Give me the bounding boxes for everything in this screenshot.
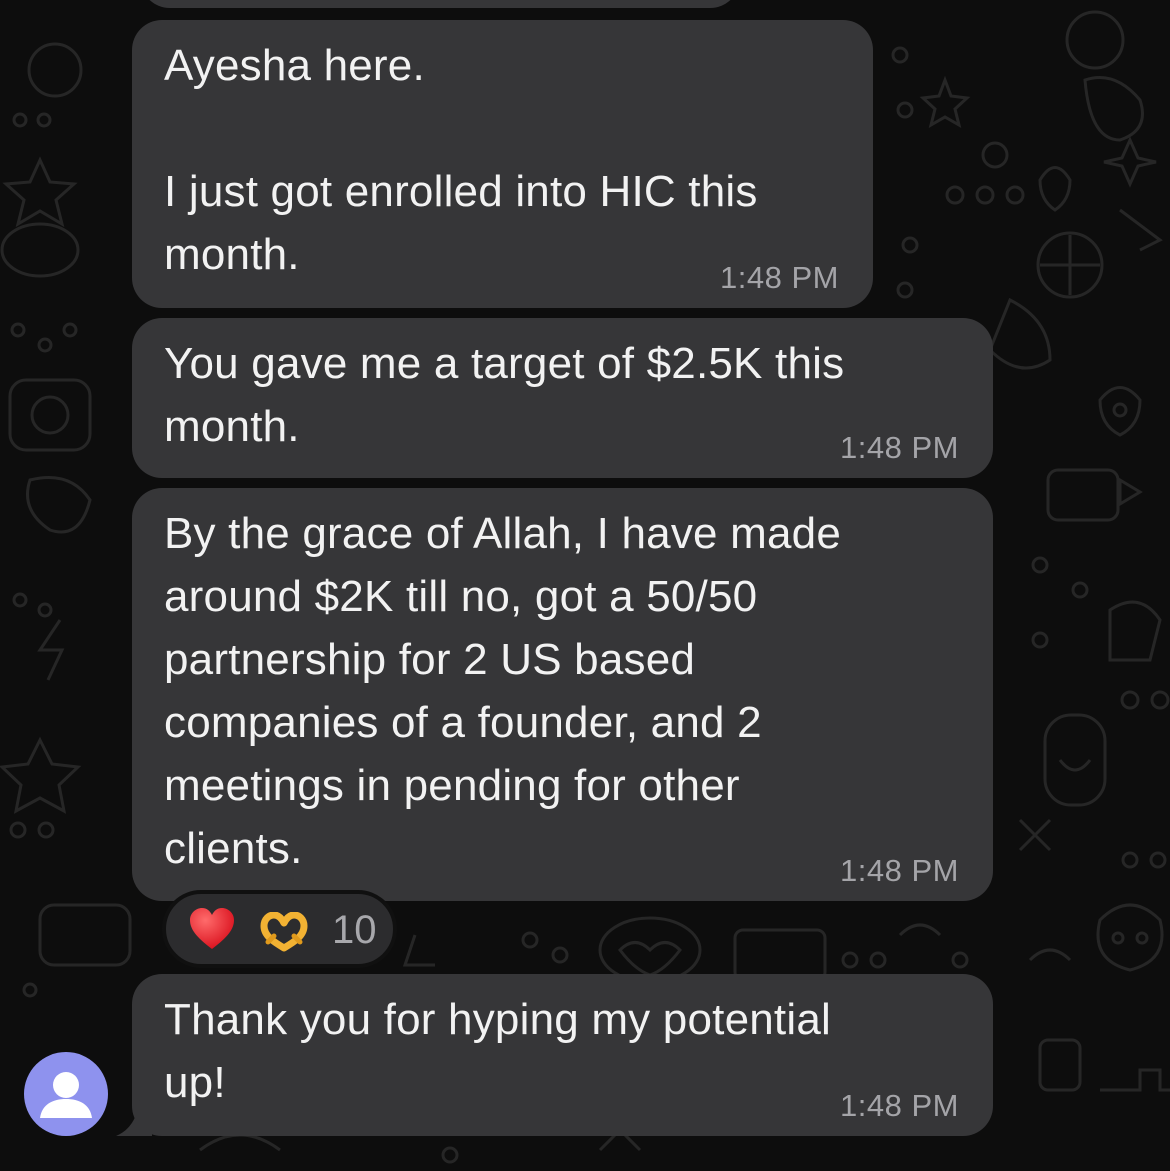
bubble-tail — [116, 1096, 152, 1136]
sender-avatar[interactable] — [24, 1052, 108, 1136]
message-bubble[interactable]: By the grace of Allah, I have made aroun… — [132, 488, 993, 901]
message-bubble[interactable]: You gave me a target of $2.5K this month… — [132, 318, 993, 478]
message-timestamp: 1:48 PM — [840, 853, 959, 888]
message-timestamp: 1:48 PM — [720, 260, 839, 295]
previous-message-bubble-partial — [140, 0, 740, 8]
message-text: You gave me a target of $2.5K this month… — [164, 339, 845, 451]
message-timestamp: 1:48 PM — [840, 1088, 959, 1123]
default-user-icon — [40, 1072, 92, 1118]
message-bubble[interactable]: Ayesha here. I just got enrolled into HI… — [132, 20, 873, 308]
heart-hands-icon — [258, 911, 310, 957]
red-heart-icon — [188, 907, 236, 956]
chat-view[interactable]: Ayesha here. I just got enrolled into HI… — [0, 0, 1170, 1171]
message-timestamp: 1:48 PM — [840, 430, 959, 465]
reaction-count: 10 — [332, 908, 377, 952]
message-bubble[interactable]: Thank you for hyping my potential up! 1:… — [132, 974, 993, 1136]
message-text: Ayesha here. I just got enrolled into HI… — [164, 41, 758, 279]
message-reactions[interactable]: 10 — [162, 890, 397, 968]
message-text: Thank you for hyping my potential up! — [164, 995, 831, 1107]
message-text: By the grace of Allah, I have made aroun… — [164, 509, 841, 873]
